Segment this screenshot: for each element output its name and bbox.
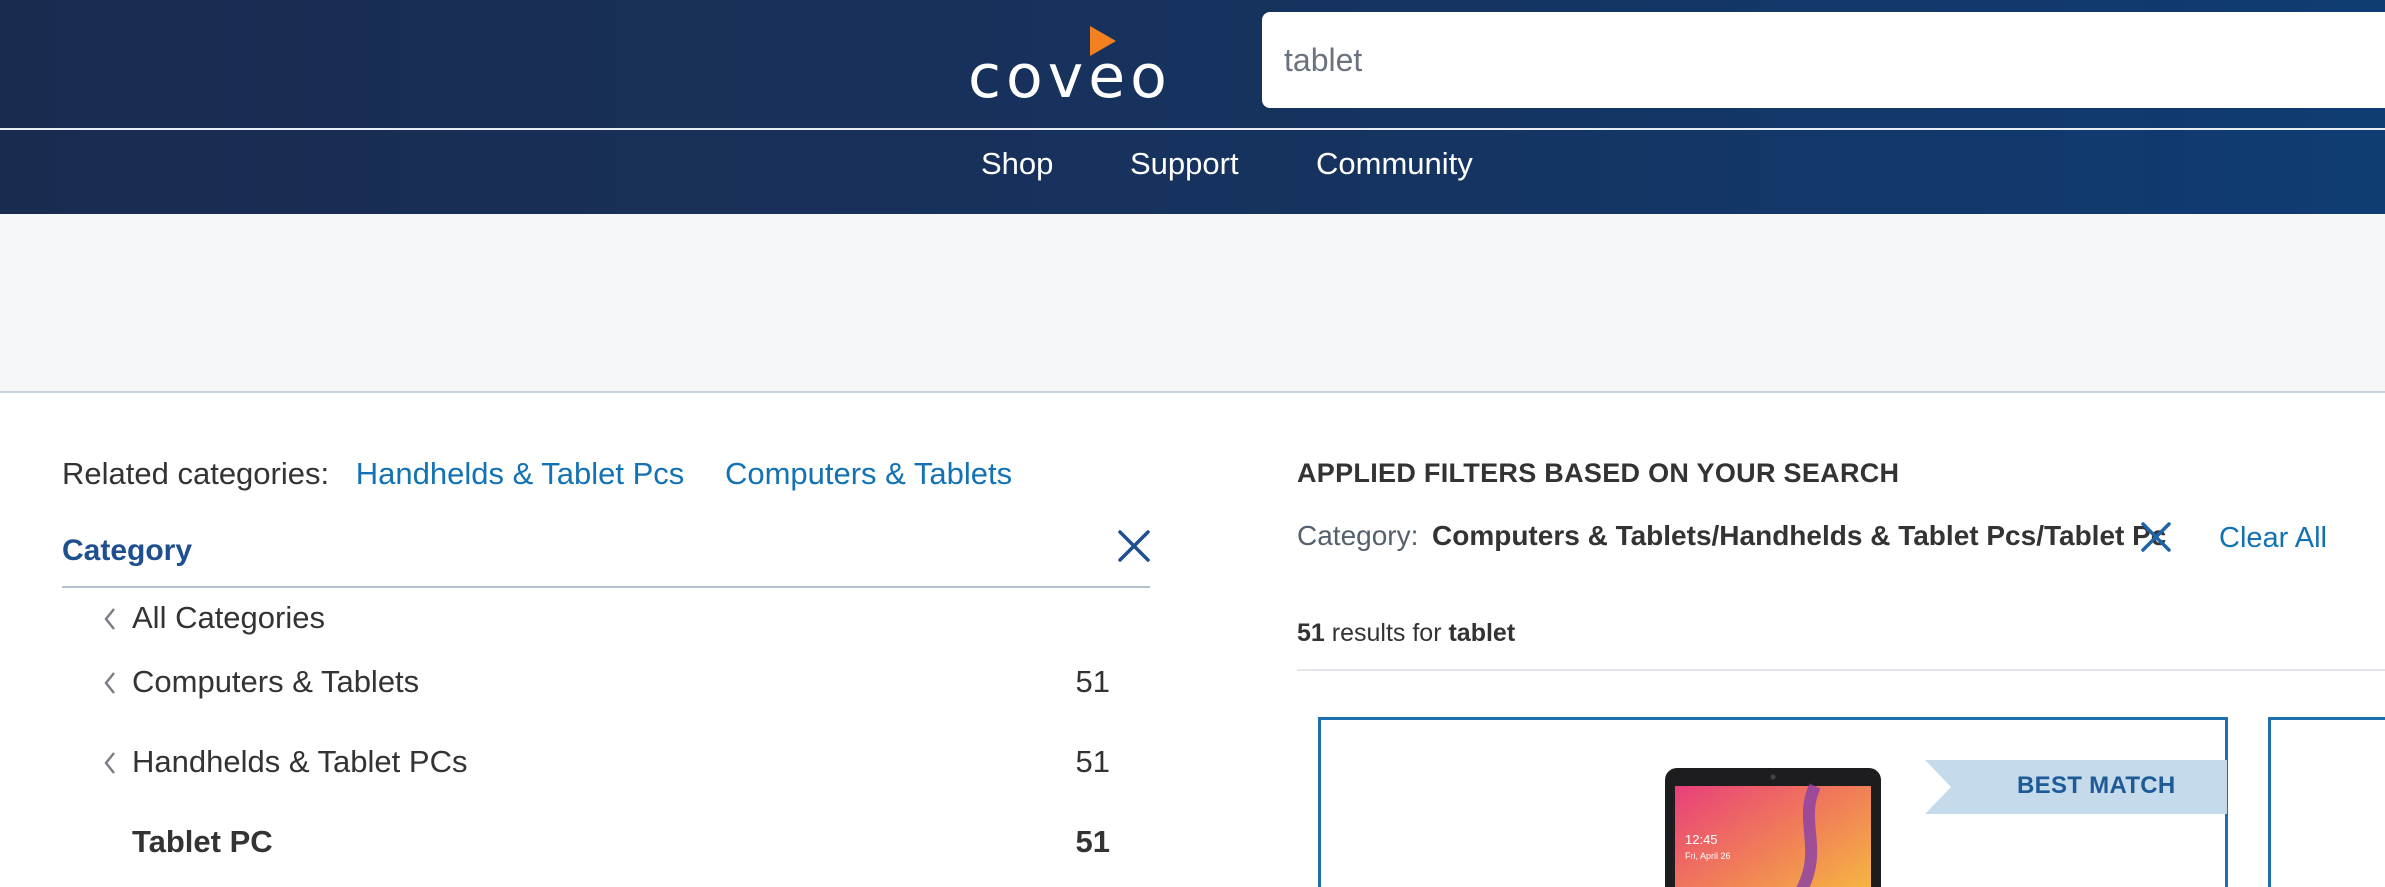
facet-clear-icon[interactable] (1114, 526, 1154, 566)
results-divider (1297, 669, 2385, 671)
facet-item-count: 51 (1075, 664, 1110, 699)
clear-all-link[interactable]: Clear All (2219, 522, 2327, 555)
logo-text: coveo (968, 42, 1172, 112)
device-date: Fri, April 26 (1685, 851, 1731, 861)
related-category-link[interactable]: Computers & Tablets (725, 456, 1012, 491)
site-header: coveo Shop Support Community (0, 0, 2385, 214)
results-query: tablet (1448, 619, 1516, 647)
search-box[interactable] (1262, 12, 2385, 108)
remove-filter-icon[interactable] (2139, 520, 2173, 554)
facet-item-handhelds-tablet-pcs[interactable]: Handhelds & Tablet PCs 51 (100, 738, 1110, 788)
best-match-badge: BEST MATCH (1925, 760, 2227, 814)
product-card[interactable] (2268, 717, 2385, 887)
facet-item-count: 51 (1075, 824, 1110, 859)
facet-divider (62, 586, 1150, 588)
facet-item-label: All Categories (132, 600, 325, 635)
facet-item-label: Tablet PC (132, 824, 273, 859)
chevron-left-icon (104, 752, 115, 774)
related-categories: Related categories: Handhelds & Tablet P… (62, 456, 1044, 492)
product-card[interactable]: 12:45 Fri, April 26 BEST MATCH (1318, 717, 2228, 887)
facet-item-computers-tablets[interactable]: Computers & Tablets 51 (100, 658, 1110, 708)
nav-item-shop[interactable]: Shop (981, 146, 1053, 182)
search-input[interactable] (1284, 12, 2384, 108)
nav-item-community[interactable]: Community (1316, 146, 1473, 182)
main-nav: Shop Support Community (0, 130, 2385, 214)
facet-title: Category (62, 534, 193, 567)
facet-item-count: 51 (1075, 744, 1110, 779)
facet-item-label: Computers & Tablets (132, 664, 420, 699)
related-categories-label: Related categories: (62, 456, 330, 491)
header-top-bar: coveo (0, 0, 2385, 128)
facet-item-label: Handhelds & Tablet PCs (132, 744, 468, 779)
facet-item-all-categories[interactable]: All Categories (100, 594, 1110, 644)
results-count: 51 (1297, 619, 1325, 647)
coveo-logo[interactable]: coveo (968, 20, 1168, 112)
banner-area (0, 214, 2385, 393)
related-category-link[interactable]: Handhelds & Tablet Pcs (356, 456, 685, 491)
facet-item-tablet-pc[interactable]: Tablet PC 51 (100, 818, 1110, 868)
product-image: 12:45 Fri, April 26 (1665, 768, 1881, 887)
applied-filter-label: Category: (1297, 520, 1419, 551)
results-for-text: results for (1331, 619, 1442, 647)
chevron-left-icon (104, 608, 115, 630)
chevron-left-icon (104, 672, 115, 694)
applied-filter-value: Computers & Tablets/Handhelds & Tablet P… (1432, 520, 2167, 551)
applied-filters-title: APPLIED FILTERS BASED ON YOUR SEARCH (1297, 458, 1900, 488)
nav-item-support[interactable]: Support (1130, 146, 1239, 182)
device-time: 12:45 (1685, 832, 1718, 847)
badge-label: BEST MATCH (2017, 772, 2176, 799)
results-summary: 51 results for tablet (1297, 619, 1515, 648)
